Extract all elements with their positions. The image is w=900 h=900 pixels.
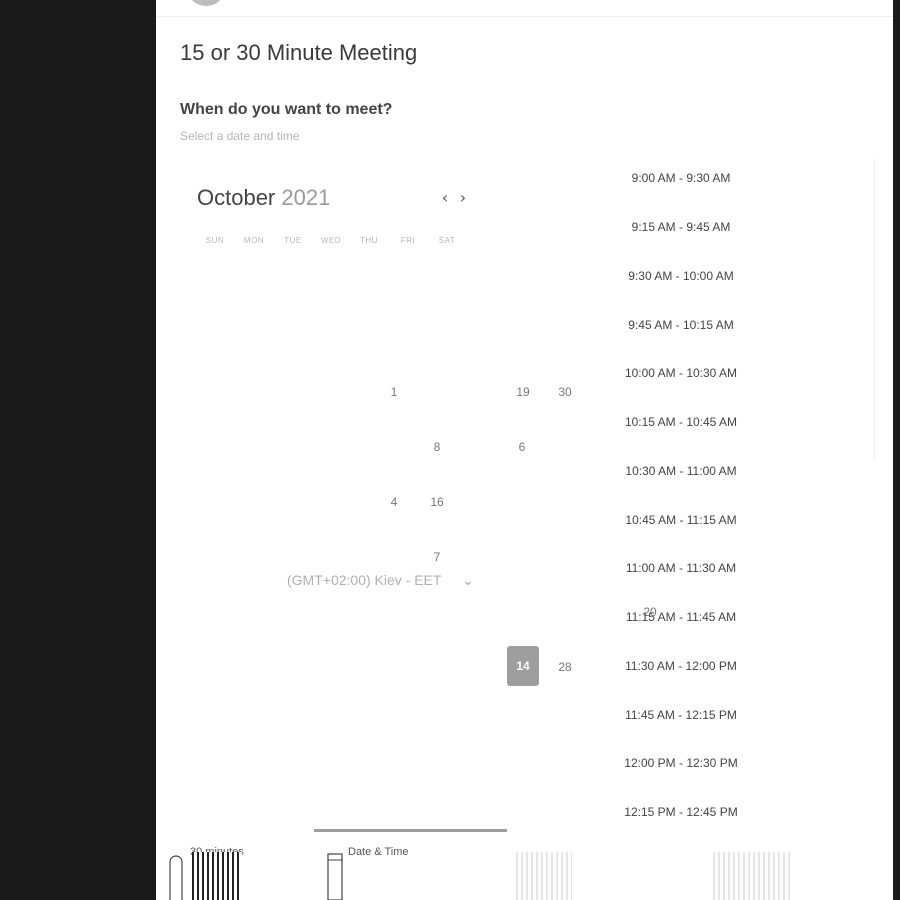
calendar-day[interactable]: 16	[421, 482, 453, 522]
time-slot[interactable]: 9:15 AM - 9:45 AM	[616, 215, 746, 239]
weekday-sat: SAT	[438, 236, 456, 245]
time-slot[interactable]: 11:15 AM - 11:45 AM	[616, 605, 746, 629]
time-slot[interactable]: 10:15 AM - 10:45 AM	[616, 410, 746, 434]
calendar-day[interactable]: 30	[549, 372, 581, 412]
time-slot[interactable]: 12:15 PM - 12:45 PM	[616, 800, 746, 824]
calendar-day[interactable]: 1	[378, 372, 410, 412]
time-slot[interactable]: 9:45 AM - 10:15 AM	[616, 313, 746, 337]
left-backdrop	[0, 0, 156, 900]
weekday-thu: THU	[360, 236, 378, 245]
calendar-day[interactable]: 28	[549, 647, 581, 687]
calendar-day[interactable]: 6	[506, 427, 538, 467]
calendar-day[interactable]: 8	[421, 427, 453, 467]
step-datetime-label: Date & Time	[348, 846, 409, 858]
step-duration-graphic	[192, 852, 242, 900]
time-slot[interactable]: 9:00 AM - 9:30 AM	[616, 166, 746, 190]
calendar-year: 2021	[281, 185, 331, 210]
prev-month-button[interactable]: ‹	[437, 188, 453, 208]
time-slot[interactable]: 10:00 AM - 10:30 AM	[616, 361, 746, 385]
calendar-icon	[327, 853, 343, 900]
section-heading: When do you want to meet?	[180, 101, 393, 118]
chevron-down-icon: ⌄	[462, 572, 474, 588]
chevron-right-icon: ›	[459, 188, 467, 207]
page-title: 15 or 30 Minute Meeting	[180, 40, 418, 65]
weekday-tue: TUE	[284, 236, 302, 245]
time-slot[interactable]: 9:30 AM - 10:00 AM	[616, 264, 746, 288]
weekday-fri: FRI	[400, 236, 416, 245]
weekday-sun: SUN	[205, 236, 225, 245]
time-slot[interactable]: 11:00 AM - 11:30 AM	[616, 556, 746, 580]
step-placeholder-graphic	[516, 852, 572, 900]
step-progress-bar	[314, 829, 507, 832]
step-placeholder-graphic	[713, 852, 791, 900]
timezone-select[interactable]: (GMT+02:00) Kiev - EET ⌄	[287, 570, 487, 592]
section-subtitle: Select a date and time	[180, 129, 300, 143]
time-slot[interactable]: 12:00 PM - 12:30 PM	[616, 751, 746, 775]
timezone-label: (GMT+02:00) Kiev - EET	[287, 572, 442, 588]
time-slot[interactable]: 11:45 AM - 12:15 PM	[616, 703, 746, 727]
panel-top-bar	[156, 0, 893, 17]
calendar-day[interactable]: 19	[507, 372, 539, 412]
weekday-wed: WED	[320, 236, 342, 245]
scheduler-panel: 15 or 30 Minute Meeting When do you want…	[156, 0, 893, 900]
calendar-month: October	[197, 185, 276, 210]
calendar-day[interactable]: 4	[378, 482, 410, 522]
clock-icon	[169, 855, 183, 900]
next-month-button[interactable]: ›	[455, 188, 471, 208]
chevron-left-icon: ‹	[441, 188, 449, 207]
time-slot[interactable]: 10:30 AM - 11:00 AM	[616, 459, 746, 483]
calendar-month-year: October 2021	[197, 185, 330, 211]
time-slot-scrollbar[interactable]	[874, 158, 881, 460]
time-slot[interactable]: 10:45 AM - 11:15 AM	[616, 508, 746, 532]
right-backdrop	[893, 0, 900, 900]
calendar-day-selected[interactable]: 14	[507, 646, 539, 686]
time-slot[interactable]: 11:30 AM - 12:00 PM	[616, 654, 746, 678]
weekday-mon: MON	[243, 236, 265, 245]
